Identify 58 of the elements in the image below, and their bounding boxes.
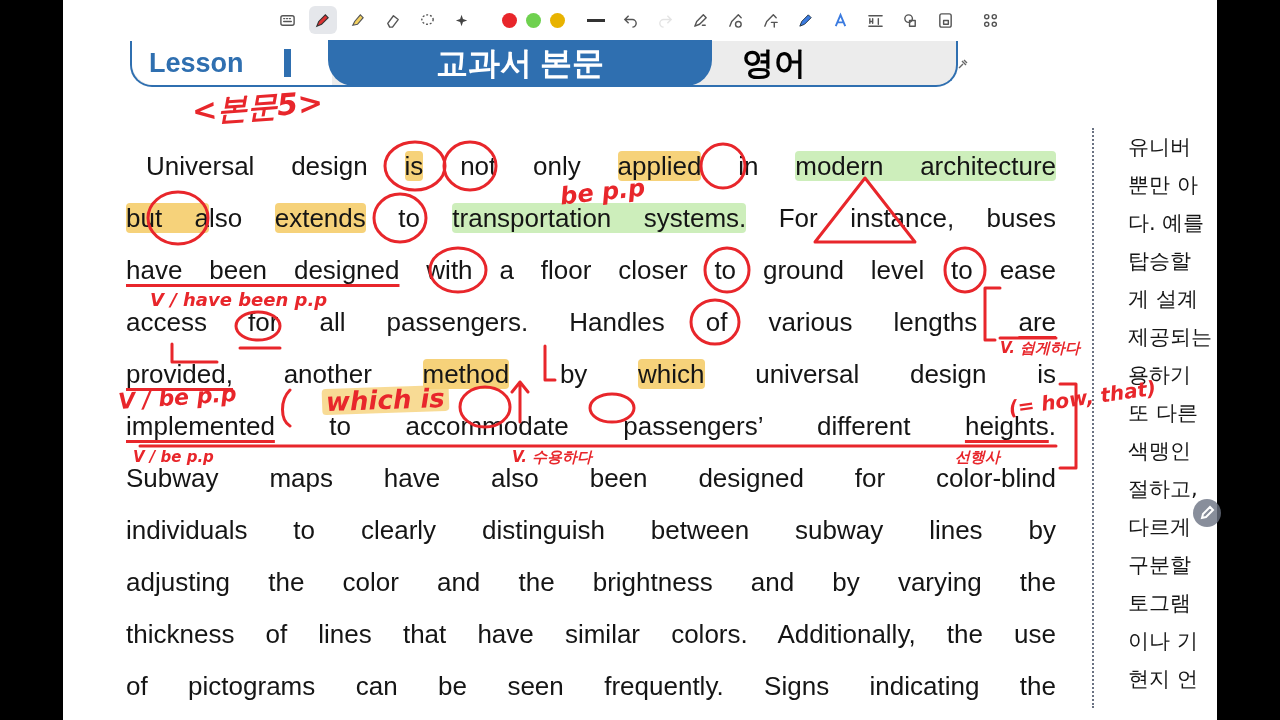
passage-text: of pictograms can be seen frequently. Signs indicating the: [126, 671, 1056, 701]
lock-page-icon: [937, 11, 954, 29]
highlighted-text: is: [404, 151, 424, 181]
lesson-label: Lesson: [149, 46, 244, 80]
translation-line: 현지 언: [1128, 666, 1198, 693]
pen-text-icon: [762, 11, 779, 29]
highlighted-text: modern architecture: [795, 151, 1056, 181]
handwritten-note: V. 쉽게하다: [1000, 341, 1081, 356]
passage-text: lso: [209, 203, 244, 233]
translation-line: 유니버: [1128, 134, 1191, 161]
translation-line: 토그램: [1128, 590, 1191, 617]
translation-line: 색맹인: [1128, 438, 1191, 465]
marker-pen-icon: [797, 11, 814, 29]
translation-line: 구분할: [1128, 552, 1191, 579]
handwritten-note: <본문5>: [191, 87, 325, 127]
passage-text: by: [558, 359, 589, 389]
translation-line: 뿐만 아: [1128, 172, 1198, 199]
underlined-text: implemented: [126, 411, 275, 441]
pen-icon: [314, 11, 331, 29]
pen-circle-icon: [727, 11, 744, 29]
highlighted-text: method: [422, 359, 510, 389]
header-tab[interactable]: 교과서 본문: [328, 40, 712, 86]
translation-line: 다. 예를: [1128, 210, 1205, 237]
passage-text: thickness of lines that have similar colors. Additionally, the use: [126, 619, 1056, 649]
passage-text: universal design is: [754, 359, 1056, 389]
header-tab[interactable]: 영어: [712, 40, 836, 86]
grid-icon: [982, 11, 999, 29]
passage-text: to: [397, 203, 421, 233]
handwritten-note: 선행사: [955, 450, 1000, 465]
highlighter-icon: [349, 11, 366, 29]
shapes-icon: [902, 11, 919, 29]
line-stroke-icon: [586, 18, 605, 22]
translation-line: 탑승할: [1128, 248, 1191, 275]
pin-icon: [958, 59, 968, 69]
edit-floating-button[interactable]: [1193, 499, 1221, 527]
translation-line: 또 다른: [1128, 401, 1198, 427]
pencil-icon: [1199, 505, 1215, 521]
pen-shape-icon: [692, 11, 709, 29]
passage-text: Universal design: [146, 151, 369, 181]
translation-line: 다르게: [1128, 514, 1191, 541]
passage-text: .: [1048, 411, 1056, 441]
underlined-text: have been designed: [126, 255, 400, 285]
underlined-text: provided,: [126, 359, 233, 389]
passage-text: adjusting the color and the brightness and by varying the: [126, 567, 1056, 597]
translation-line: 이나 기: [1128, 628, 1198, 655]
highlighted-text: which: [638, 359, 705, 389]
highlighted-text: extends: [274, 203, 366, 233]
handwritten-note: V / be p.p: [133, 450, 214, 465]
tool-button[interactable]: [308, 6, 337, 34]
translation-line: 제공되는: [1128, 324, 1212, 351]
translation-line: 게 설계: [1128, 286, 1198, 313]
divider-bar: [283, 49, 291, 77]
translation-line: 절하고,: [1128, 476, 1198, 503]
handwritten-note: V. 수용하다: [512, 450, 593, 465]
underlined-text: are: [1018, 307, 1056, 337]
passage-text: individuals to clearly distinguish between subway lines by: [126, 515, 1056, 545]
highlighted-text: applied: [617, 151, 702, 181]
outline-letter-icon: [832, 11, 849, 29]
